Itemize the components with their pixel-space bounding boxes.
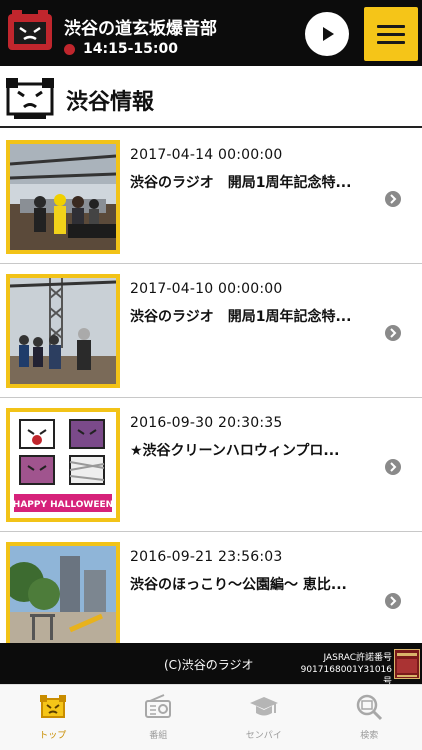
article-thumbnail <box>6 542 120 643</box>
mascot-icon <box>6 78 54 119</box>
list-item[interactable]: HAPPY HALLOWEEN 2016-09-30 20:30:35 ★渋谷ク… <box>0 398 422 532</box>
play-icon <box>323 27 334 41</box>
list-item[interactable]: 2017-04-14 00:00:00 渋谷のラジオ 開局1周年記念特... <box>0 130 422 264</box>
article-title: ★渋谷クリーンハロウィンプロ... <box>130 443 340 459</box>
radio-icon <box>145 694 172 718</box>
article-thumbnail <box>6 140 120 254</box>
article-title: 渋谷のラジオ 開局1周年記念特... <box>130 175 352 191</box>
now-playing-header: 渋谷の道玄坂爆音部 14:15-15:00 <box>0 0 422 66</box>
hamburger-icon <box>377 24 405 28</box>
jasrac-license-icon <box>394 649 420 679</box>
jasrac-label: JASRAC許諾番号 <box>323 653 392 663</box>
tab-senpai[interactable]: センパイ <box>211 685 317 750</box>
live-indicator-icon <box>64 43 75 55</box>
list-item[interactable]: 2017-04-10 00:00:00 渋谷のラジオ 開局1周年記念特... <box>0 264 422 398</box>
tab-top[interactable]: トップ <box>0 685 106 750</box>
article-date: 2016-09-21 23:56:03 <box>130 549 283 565</box>
article-date: 2016-09-30 20:30:35 <box>130 415 283 431</box>
tab-label: センパイ <box>245 731 282 741</box>
station-logo-icon[interactable] <box>6 8 54 56</box>
article-title: 渋谷のラジオ 開局1周年記念特... <box>130 309 352 325</box>
tab-label: 番組 <box>149 731 168 741</box>
article-date: 2017-04-14 00:00:00 <box>130 147 283 163</box>
article-list: 2017-04-14 00:00:00 渋谷のラジオ 開局1周年記念特... 2… <box>0 130 422 643</box>
footer-bar: (C)渋谷のラジオ JASRAC許諾番号 9017168001Y31016号 <box>0 643 422 687</box>
chevron-right-icon <box>385 593 401 609</box>
chevron-right-icon <box>385 325 401 341</box>
now-playing-title: 渋谷の道玄坂爆音部 <box>64 19 217 39</box>
now-playing-time: 14:15-15:00 <box>64 41 178 57</box>
copyright-text: (C)渋谷のラジオ <box>164 658 254 672</box>
tab-label: トップ <box>39 731 67 741</box>
graduation-cap-icon <box>249 697 278 716</box>
halloween-text: HAPPY HALLOWEEN <box>13 500 113 510</box>
list-item[interactable]: 2016-09-21 23:56:03 渋谷のほっこり〜公園編〜 恵比... <box>0 532 422 643</box>
jasrac-info: JASRAC許諾番号 9017168001Y31016号 <box>300 652 392 688</box>
article-thumbnail: HAPPY HALLOWEEN <box>6 408 120 522</box>
time-slot: 14:15-15:00 <box>83 41 178 57</box>
page-title: 渋谷情報 <box>66 90 155 115</box>
menu-button[interactable] <box>364 7 418 61</box>
chevron-right-icon <box>385 459 401 475</box>
search-icon <box>357 694 383 721</box>
section-header: 渋谷情報 <box>0 66 422 128</box>
article-date: 2017-04-10 00:00:00 <box>130 281 283 297</box>
play-button[interactable] <box>305 12 349 56</box>
article-title: 渋谷のほっこり〜公園編〜 恵比... <box>130 577 347 593</box>
tab-label: 検索 <box>360 731 379 741</box>
tab-bar: トップ 番組 センパイ 検索 <box>0 684 422 750</box>
chevron-right-icon <box>385 191 401 207</box>
article-thumbnail <box>6 274 120 388</box>
top-icon <box>39 695 66 718</box>
tab-search[interactable]: 検索 <box>317 685 422 750</box>
tab-programs[interactable]: 番組 <box>106 685 212 750</box>
